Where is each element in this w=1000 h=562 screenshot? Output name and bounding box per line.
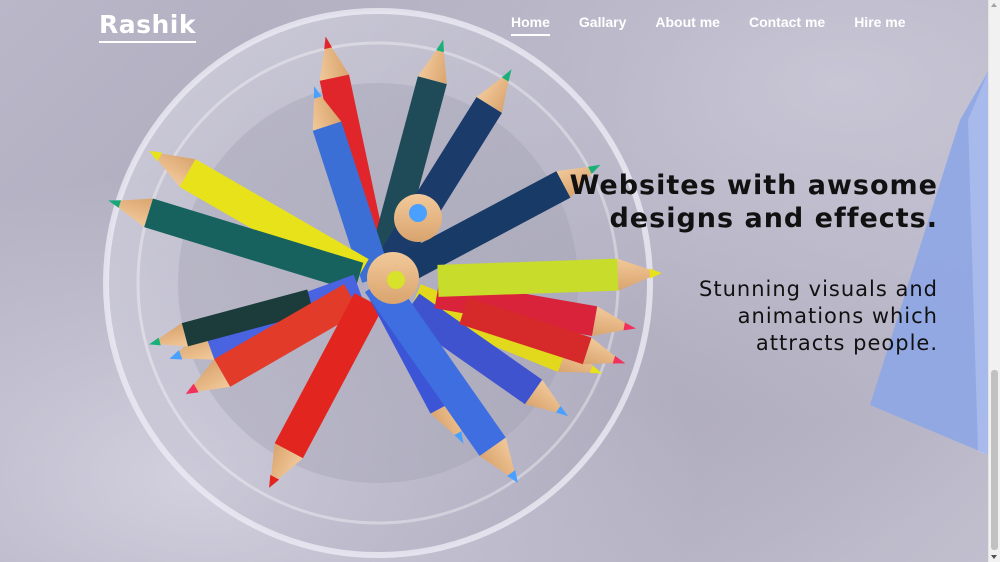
nav-hire-me[interactable]: Hire me	[854, 14, 905, 36]
page-scrollbar[interactable]	[988, 0, 1000, 562]
hero-subline-line: Stunning visuals and	[699, 277, 938, 301]
nav-contact-me[interactable]: Contact me	[749, 14, 825, 36]
scroll-thumb[interactable]	[991, 370, 998, 550]
nav-home[interactable]: Home	[511, 14, 550, 36]
page: Rashik Home Gallary About me Contact me …	[0, 0, 1000, 562]
nav-gallary[interactable]: Gallary	[579, 14, 626, 36]
scroll-down-arrow-icon[interactable]	[991, 555, 997, 559]
nav-about-me[interactable]: About me	[655, 14, 720, 36]
scroll-up-arrow-icon[interactable]	[991, 3, 997, 7]
hero-subline-line: attracts people.	[755, 331, 938, 355]
main-nav: Home Gallary About me Contact me Hire me	[511, 14, 935, 36]
hero-subline: Stunning visuals and animations which at…	[699, 276, 938, 357]
hero-headline-line: designs and effects.	[609, 203, 938, 234]
hero-headline-line: Websites with awsome	[569, 170, 938, 201]
hero-headline: Websites with awsome designs and effects…	[570, 169, 938, 235]
brand-logo[interactable]: Rashik	[99, 10, 196, 43]
hero-subline-line: animations which	[737, 304, 938, 328]
